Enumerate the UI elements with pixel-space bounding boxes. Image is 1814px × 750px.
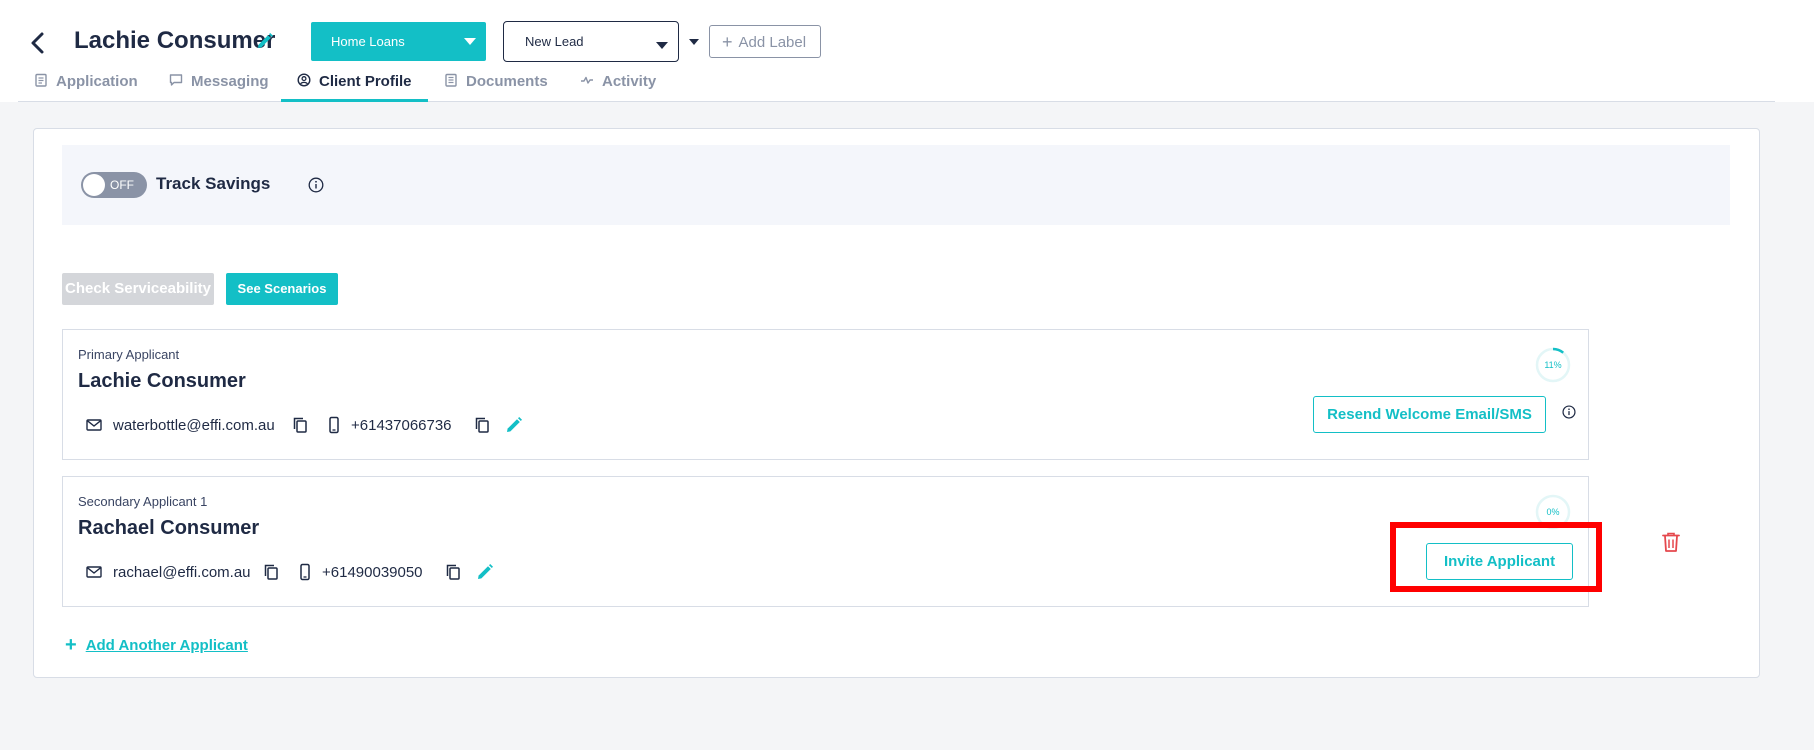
edit-pencil-icon[interactable]: [505, 416, 523, 434]
tab-label: Documents: [466, 73, 548, 90]
progress-ring: 11%: [1535, 347, 1571, 383]
applicant-card-secondary: Secondary Applicant 1 Rachael Consumer r…: [62, 476, 1589, 607]
add-label-button[interactable]: + Add Label: [709, 25, 821, 58]
track-savings-panel: OFF Track Savings: [62, 145, 1730, 225]
product-dropdown-value: Home Loans: [331, 34, 405, 49]
applicant-phone: +61490039050: [322, 564, 423, 581]
add-label-text: Add Label: [738, 34, 807, 51]
mobile-phone-icon: [329, 416, 339, 434]
plus-icon: +: [722, 32, 733, 52]
edit-pencil-icon[interactable]: [256, 32, 274, 50]
copy-icon[interactable]: [262, 563, 280, 581]
tab-label: Activity: [602, 73, 657, 90]
toggle-state-label: OFF: [110, 178, 134, 192]
info-icon[interactable]: [1562, 405, 1576, 419]
track-savings-label: Track Savings: [156, 174, 271, 193]
applicant-email: waterbottle@effi.com.au: [113, 417, 275, 434]
page-title: Lachie Consumer: [74, 27, 276, 54]
applicant-card-primary: Primary Applicant Lachie Consumer waterb…: [62, 329, 1589, 460]
applicant-name: Rachael Consumer: [78, 517, 260, 539]
copy-icon[interactable]: [291, 416, 309, 434]
document-icon: [445, 73, 457, 87]
progress-ring-label: 11%: [1544, 360, 1561, 370]
info-icon[interactable]: [308, 177, 324, 193]
applicant-role: Secondary Applicant 1: [78, 494, 208, 509]
tab-label: Application: [56, 73, 138, 90]
applicant-phone: +61437066736: [351, 417, 452, 434]
applicant-role: Primary Applicant: [78, 347, 180, 362]
copy-icon[interactable]: [444, 563, 462, 581]
see-scenarios-button[interactable]: See Scenarios: [226, 273, 338, 305]
track-savings-toggle[interactable]: OFF: [81, 172, 147, 198]
check-serviceability-button: Check Serviceability: [62, 273, 214, 305]
user-circle-icon: [297, 73, 311, 87]
message-icon: [169, 74, 183, 86]
activity-icon: [581, 76, 593, 84]
back-arrow-icon[interactable]: [26, 30, 50, 56]
plus-icon: +: [65, 634, 77, 656]
tab-label: Messaging: [191, 73, 269, 90]
applicant-name: Lachie Consumer: [78, 370, 246, 392]
email-icon: [86, 419, 102, 431]
chevron-down-icon: [464, 38, 476, 45]
email-icon: [86, 566, 102, 578]
tab-application[interactable]: Application: [34, 66, 138, 102]
chevron-down-icon: [656, 42, 668, 49]
toggle-knob: [83, 174, 105, 196]
status-menu-caret-icon[interactable]: [689, 39, 699, 45]
add-another-applicant-link[interactable]: + Add Another Applicant: [65, 633, 248, 656]
status-dropdown-value: New Lead: [525, 34, 584, 49]
tab-label: Client Profile: [319, 73, 412, 90]
status-dropdown[interactable]: New Lead: [503, 21, 679, 62]
client-profile-card: OFF Track Savings Check Serviceability S…: [33, 128, 1760, 678]
progress-ring-label: 0%: [1546, 507, 1559, 517]
highlight-annotation: [1390, 522, 1602, 592]
tab-bar: Application Messaging Client Profile Doc…: [18, 66, 1775, 102]
mobile-phone-icon: [300, 563, 310, 581]
product-dropdown[interactable]: Home Loans: [311, 22, 486, 61]
add-another-applicant-text: Add Another Applicant: [85, 637, 248, 654]
tab-messaging[interactable]: Messaging: [169, 66, 269, 102]
tab-client-profile[interactable]: Client Profile: [281, 66, 428, 102]
tab-documents[interactable]: Documents: [444, 66, 548, 102]
trash-icon[interactable]: [1661, 531, 1681, 553]
edit-pencil-icon[interactable]: [476, 563, 494, 581]
tab-activity[interactable]: Activity: [580, 66, 656, 102]
page-header: Lachie Consumer Home Loans New Lead + Add…: [0, 0, 1814, 102]
copy-icon[interactable]: [473, 416, 491, 434]
clipboard-icon: [35, 73, 47, 87]
applicant-email: rachael@effi.com.au: [113, 564, 251, 581]
resend-welcome-button[interactable]: Resend Welcome Email/SMS: [1313, 396, 1546, 433]
